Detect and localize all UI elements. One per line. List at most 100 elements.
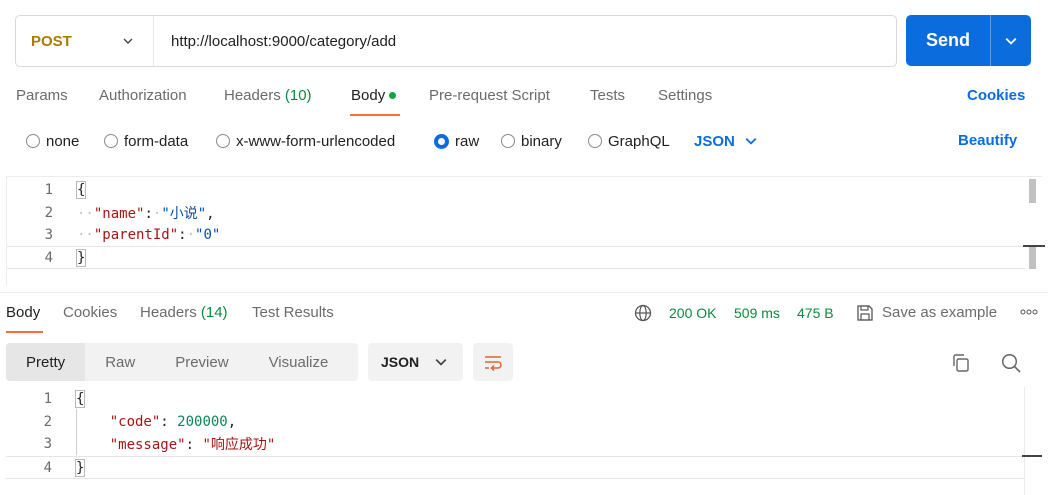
radio-icon xyxy=(26,134,40,148)
send-label: Send xyxy=(925,30,970,50)
wrap-lines-icon xyxy=(485,356,502,371)
response-format-label: JSON xyxy=(381,354,420,370)
tab-pre-request-script[interactable]: Pre-request Script xyxy=(429,87,550,104)
response-tab-headers[interactable]: Headers (14) xyxy=(140,304,228,321)
code-line: 1 { xyxy=(7,178,1025,201)
chevron-down-icon xyxy=(1005,37,1017,45)
tab-headers-count: (10) xyxy=(284,87,312,104)
tab-headers[interactable]: Headers (10) xyxy=(224,87,312,104)
code-line: 4 } xyxy=(7,246,1025,269)
copy-icon[interactable] xyxy=(951,353,971,373)
response-format-select[interactable]: JSON xyxy=(368,343,463,381)
line-number: 3 xyxy=(44,226,53,243)
method-label: POST xyxy=(31,32,72,50)
radio-binary-label: binary xyxy=(521,132,562,150)
radio-icon xyxy=(588,134,602,148)
code-text: { xyxy=(75,180,87,199)
chevron-down-icon xyxy=(745,137,757,145)
line-number: 1 xyxy=(44,181,53,198)
code-text: } xyxy=(75,248,87,267)
response-size[interactable]: 475 B xyxy=(797,305,834,321)
code-text: ··"name":·"小说", xyxy=(77,205,215,222)
view-visualize[interactable]: Visualize xyxy=(249,343,349,381)
request-url-bar: POST http://localhost:9000/category/add xyxy=(15,15,897,67)
overview-ruler-marker xyxy=(1023,245,1045,247)
view-pretty[interactable]: Pretty xyxy=(6,343,86,381)
radio-none-label: none xyxy=(46,132,80,150)
radio-binary[interactable]: binary xyxy=(501,131,562,151)
scrollbar-thumb[interactable] xyxy=(1029,179,1036,203)
code-text: } xyxy=(74,458,86,477)
response-headers-count: (14) xyxy=(200,304,228,321)
send-options-button[interactable] xyxy=(991,35,1031,47)
radio-graphql-label: GraphQL xyxy=(608,132,670,150)
line-number: 4 xyxy=(44,249,53,266)
chevron-down-icon xyxy=(123,38,133,44)
code-line: 2 "code": 200000, xyxy=(6,410,1024,433)
code-text: "message": "响应成功" xyxy=(109,436,276,453)
response-headers-label: Headers xyxy=(140,304,197,321)
send-button[interactable]: Send xyxy=(906,15,1031,66)
save-as-example-button[interactable]: Save as example xyxy=(882,304,997,321)
overview-ruler-marker xyxy=(1022,455,1042,457)
response-view-tabs: Pretty Raw Preview Visualize xyxy=(6,343,358,381)
radio-icon xyxy=(104,134,118,148)
line-number: 2 xyxy=(44,204,53,221)
globe-icon[interactable] xyxy=(634,304,652,322)
tab-body-label: Body xyxy=(351,87,386,104)
line-number: 3 xyxy=(43,435,52,452)
url-input[interactable]: http://localhost:9000/category/add xyxy=(154,33,396,50)
request-body-editor[interactable]: 1 { 2 ··"name":·"小说", 3 ··"parentId":·"0… xyxy=(6,176,1045,286)
tab-authorization[interactable]: Authorization xyxy=(99,87,187,104)
save-icon xyxy=(857,305,873,321)
code-line: 4 } xyxy=(6,456,1024,479)
response-tab-test-results[interactable]: Test Results xyxy=(252,304,334,321)
method-select[interactable]: POST xyxy=(16,16,154,66)
tab-headers-label: Headers xyxy=(224,87,281,104)
response-active-underline xyxy=(6,331,43,333)
code-line: 1 { xyxy=(6,387,1024,410)
tab-tests[interactable]: Tests xyxy=(590,87,625,104)
radio-urlencoded-label: x-www-form-urlencoded xyxy=(236,132,396,150)
body-format-select[interactable]: JSON xyxy=(694,131,757,151)
radio-raw-label: raw xyxy=(455,132,480,150)
radio-checked-icon xyxy=(434,133,449,149)
response-time[interactable]: 509 ms xyxy=(734,305,780,321)
search-icon[interactable] xyxy=(1000,352,1022,374)
beautify-button[interactable]: Beautify xyxy=(958,132,1017,149)
active-tab-underline xyxy=(350,114,400,116)
code-line: 3 ··"parentId":·"0" xyxy=(7,223,1025,246)
response-body-viewer[interactable]: 1 { 2 "code": 200000, 3 "message": "响应成功… xyxy=(6,387,1042,495)
chevron-down-icon xyxy=(435,359,447,366)
response-tab-body[interactable]: Body xyxy=(6,304,40,321)
tab-params[interactable]: Params xyxy=(16,87,68,104)
radio-graphql[interactable]: GraphQL xyxy=(588,131,670,151)
tab-settings[interactable]: Settings xyxy=(658,87,712,104)
response-tab-cookies[interactable]: Cookies xyxy=(63,304,117,321)
view-raw[interactable]: Raw xyxy=(85,343,155,381)
scrollbar-track[interactable] xyxy=(1024,387,1025,495)
scrollbar-thumb[interactable] xyxy=(1029,245,1036,269)
more-icon[interactable] xyxy=(1020,309,1038,315)
pane-divider[interactable] xyxy=(0,292,1048,293)
radio-raw[interactable]: raw xyxy=(434,131,479,151)
radio-form-data[interactable]: form-data xyxy=(104,131,188,151)
code-text: "code": 200000, xyxy=(109,413,237,430)
line-number: 2 xyxy=(43,413,52,430)
code-line: 2 ··"name":·"小说", xyxy=(7,201,1025,224)
tab-body[interactable]: Body xyxy=(351,87,397,104)
status-code[interactable]: 200 OK xyxy=(669,305,716,321)
view-preview[interactable]: Preview xyxy=(155,343,248,381)
radio-form-data-label: form-data xyxy=(124,132,189,150)
cookies-link[interactable]: Cookies xyxy=(967,87,1025,104)
line-number: 1 xyxy=(43,390,52,407)
radio-urlencoded[interactable]: x-www-form-urlencoded xyxy=(216,131,395,151)
line-number: 4 xyxy=(43,459,52,476)
radio-none[interactable]: none xyxy=(26,131,79,151)
wrap-lines-button[interactable] xyxy=(473,343,513,381)
body-format-label: JSON xyxy=(694,132,735,150)
code-text: { xyxy=(74,389,86,408)
body-indicator-dot xyxy=(389,91,397,99)
code-line: 3 "message": "响应成功" xyxy=(6,432,1024,455)
code-text: ··"parentId":·"0" xyxy=(77,226,221,243)
